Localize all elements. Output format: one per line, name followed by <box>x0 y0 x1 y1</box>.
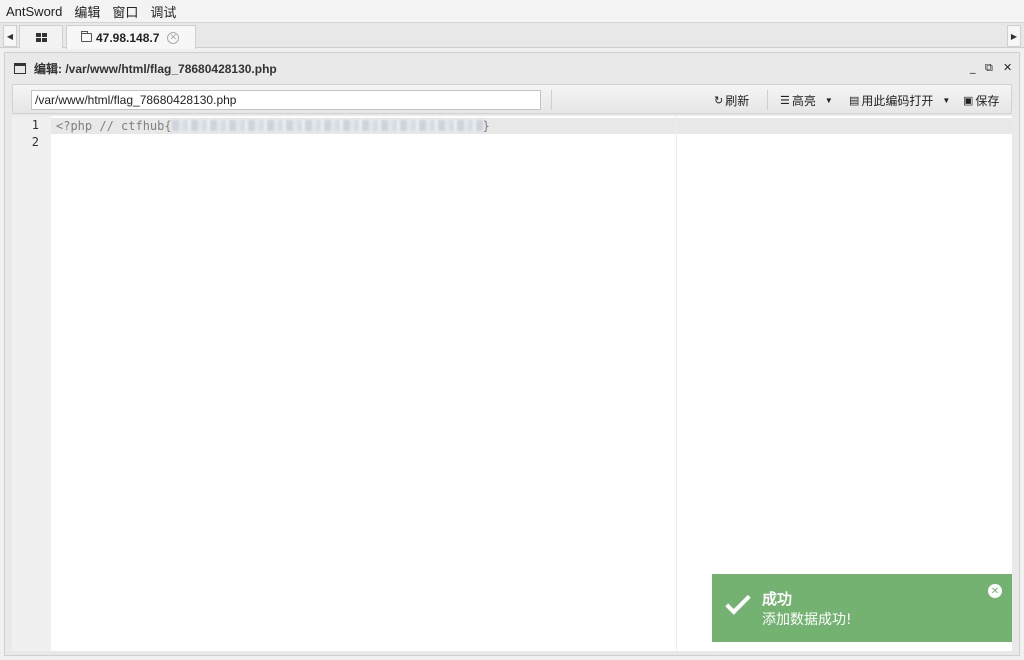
code-editor[interactable]: 1 2 <?php // ctfhub{} <box>12 116 1012 651</box>
minimize-button[interactable]: _ <box>970 61 976 74</box>
menu-edit[interactable]: 编辑 <box>74 2 100 21</box>
chevron-down-icon: ▼ <box>942 96 951 105</box>
print-margin <box>676 116 677 651</box>
path-input[interactable] <box>31 90 541 110</box>
restore-button[interactable]: ⧉ <box>985 61 993 75</box>
tab-host[interactable]: 47.98.148.7 ✕ <box>66 25 196 49</box>
code-line-1: <?php // ctfhub{} <box>56 118 490 134</box>
tab-home[interactable] <box>19 25 63 48</box>
tab-bar: ◀ 47.98.148.7 ✕ ▶ <box>0 22 1024 49</box>
tab-scroll-right-button[interactable]: ▶ <box>1007 25 1021 47</box>
line-number-gutter: 1 2 <box>12 116 51 651</box>
encoding-dropdown[interactable]: ▤ 用此编码打开 ▼ <box>849 92 950 109</box>
checkmark-icon <box>725 589 751 615</box>
close-button[interactable]: ✕ <box>1003 61 1012 74</box>
save-label: 保存 <box>975 94 1000 108</box>
window-icon <box>14 62 26 74</box>
code-line-1-start: <?php // ctfhub{ <box>56 119 172 133</box>
code-line-1-end: } <box>482 119 490 133</box>
menu-bar: AntSword 编辑 窗口 调试 <box>0 0 1024 22</box>
redacted-flag <box>171 120 483 131</box>
highlight-label: 高亮 <box>791 94 816 108</box>
window-title: 编辑: /var/www/html/flag_78680428130.php <box>34 61 277 76</box>
close-icon[interactable]: ✕ <box>988 584 1002 598</box>
refresh-button[interactable]: ↻ 刷新 <box>714 92 749 109</box>
refresh-icon: ↻ <box>714 95 724 107</box>
tab-close-icon[interactable]: ✕ <box>167 31 180 44</box>
toast-title: 成功 <box>762 590 793 608</box>
list-icon: ☰ <box>780 95 790 107</box>
floppy-disk-icon: ▣ <box>963 95 974 107</box>
editor-window: 编辑: /var/www/html/flag_78680428130.php _… <box>4 52 1020 656</box>
tab-scroll-left-button[interactable]: ◀ <box>3 25 17 47</box>
encoding-label: 用此编码打开 <box>861 94 934 108</box>
toolbar-divider <box>767 90 768 110</box>
menu-debug[interactable]: 调试 <box>150 2 176 21</box>
window-title-bar: 编辑: /var/www/html/flag_78680428130.php <box>5 53 1019 83</box>
line-number: 2 <box>31 135 39 149</box>
toolbar-divider <box>551 90 552 110</box>
line-number: 1 <box>31 118 39 132</box>
file-encoding-icon: ▤ <box>849 95 860 107</box>
tab-host-label: 47.98.148.7 <box>96 30 160 45</box>
editor-toolbar: ↻ 刷新 ☰ 高亮 ▼ ▤ 用此编码打开 ▼ ▣ 保存 <box>12 84 1012 114</box>
grid-icon <box>35 32 47 42</box>
save-button[interactable]: ▣ 保存 <box>963 92 999 109</box>
folder-icon <box>81 31 92 42</box>
menu-window[interactable]: 窗口 <box>112 2 138 21</box>
refresh-label: 刷新 <box>725 94 750 108</box>
success-toast: 成功 添加数据成功! ✕ <box>712 574 1012 642</box>
highlight-dropdown[interactable]: ☰ 高亮 ▼ <box>780 92 833 109</box>
chevron-down-icon: ▼ <box>824 96 833 105</box>
toast-message: 添加数据成功! <box>762 612 852 628</box>
menu-antsword[interactable]: AntSword <box>6 4 62 19</box>
